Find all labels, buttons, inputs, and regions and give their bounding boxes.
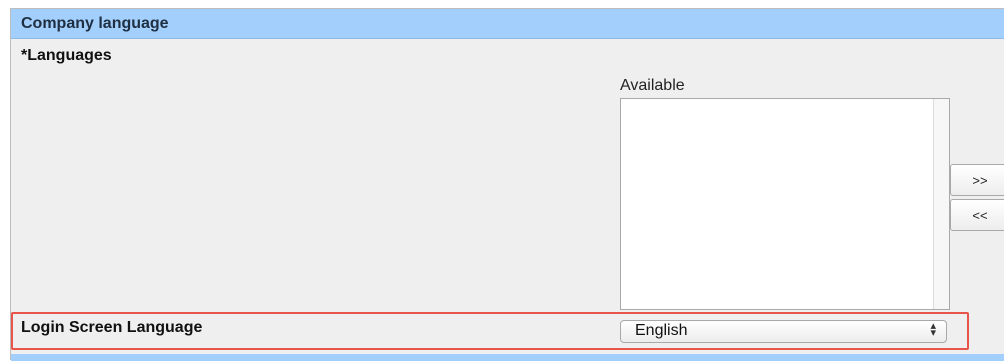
- available-languages-listbox[interactable]: [620, 98, 950, 310]
- login-screen-language-label: Login Screen Language: [21, 319, 203, 336]
- available-label: Available: [620, 77, 685, 94]
- section-title: Company language: [21, 15, 169, 32]
- login-screen-language-select[interactable]: English ▴ ▾: [620, 320, 947, 343]
- add-language-button[interactable]: >>: [950, 164, 1004, 196]
- languages-label: *Languages: [21, 47, 112, 64]
- select-arrows-icon: ▴ ▾: [930, 320, 936, 339]
- remove-language-button[interactable]: <<: [950, 199, 1004, 231]
- selected-language: English: [635, 322, 688, 339]
- company-language-panel: Company language *Languages Available >>…: [10, 8, 1004, 361]
- section-header: Company language: [11, 9, 1004, 39]
- listbox-scrollbar[interactable]: [933, 99, 949, 309]
